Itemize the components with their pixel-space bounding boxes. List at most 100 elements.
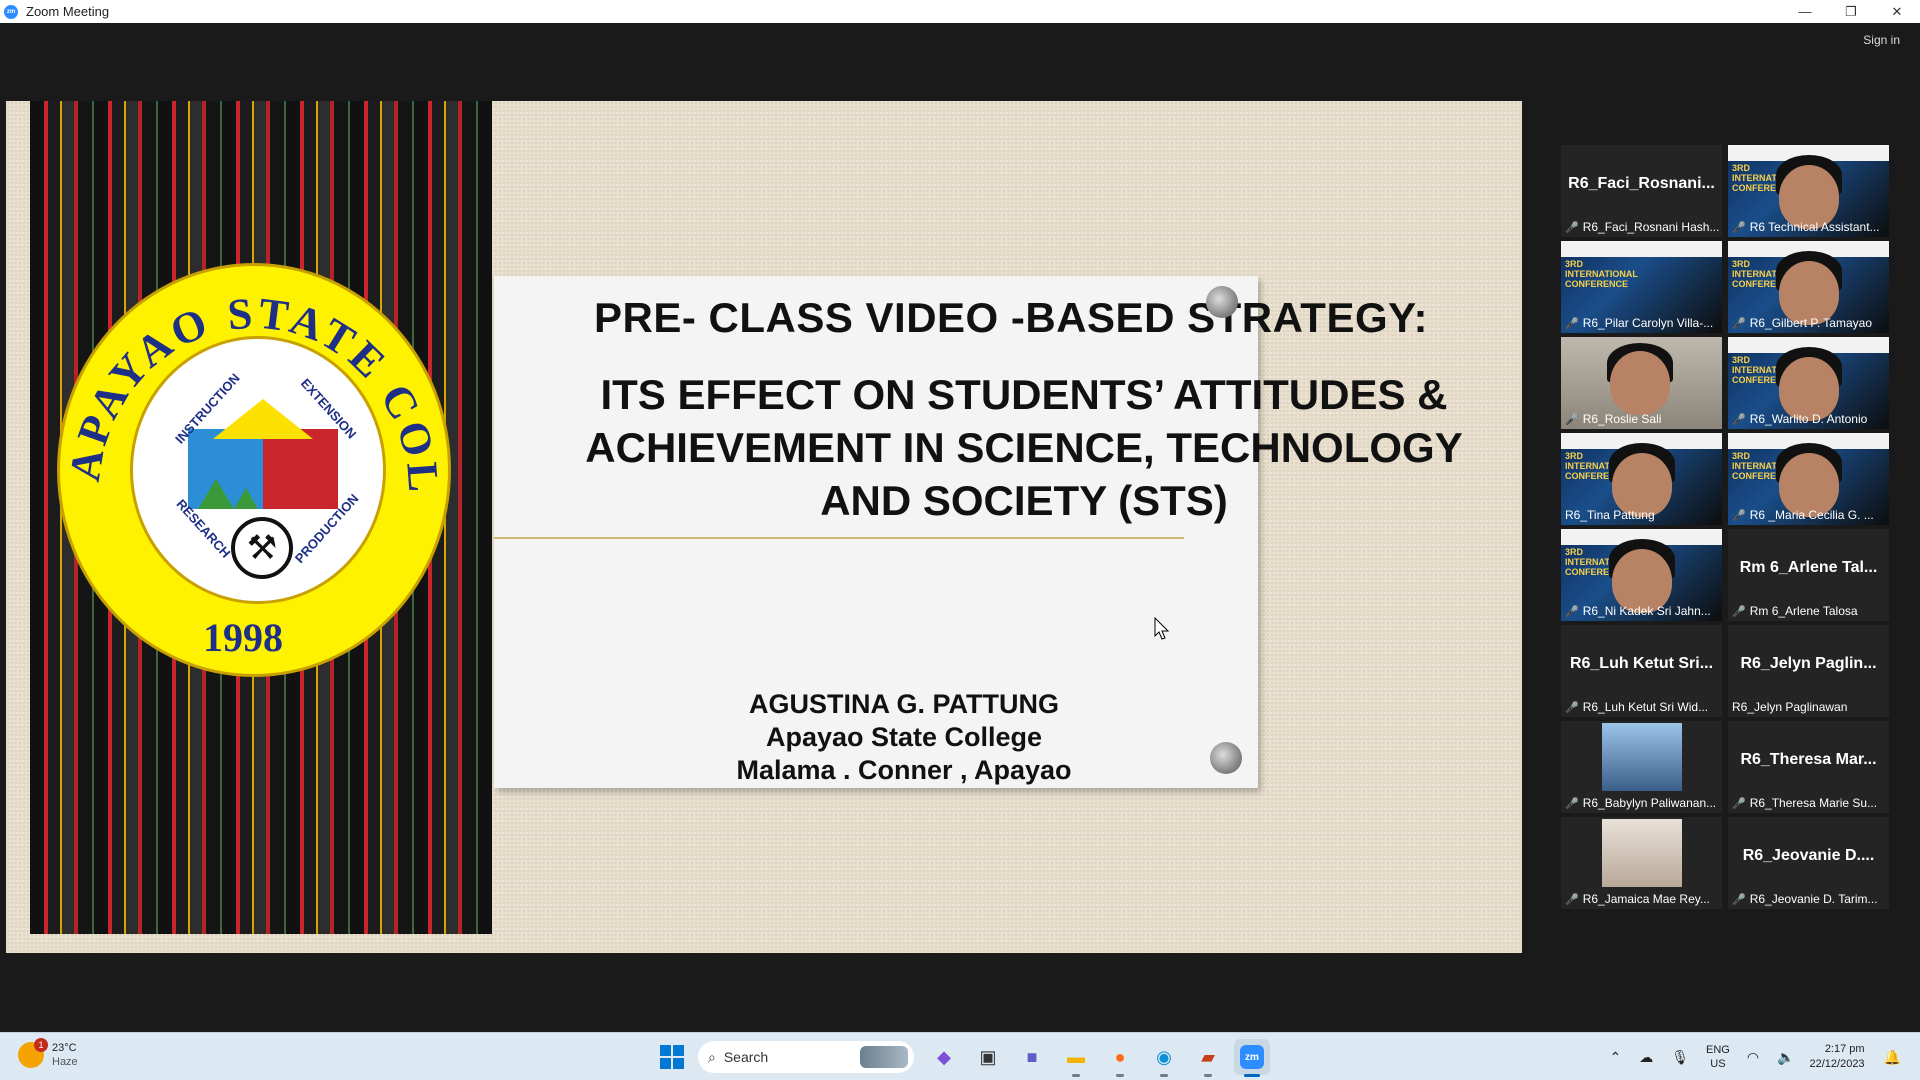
author-name: AGUSTINA G. PATTUNG [749,689,1059,719]
participant-tile[interactable]: 🎤 R6_Roslie Sali [1561,337,1722,429]
participant-name: R6_Ni Kadek Sri Jahn... [1582,604,1711,618]
system-tray: ⌃ ☁ 🎙 ENG US ◠ 🔈 2:17 pm 22/12/2023 🔔 [1600,1039,1910,1075]
weather-condition: Haze [52,1056,78,1068]
participant-tile[interactable]: 🎤 R6_Babylyn Paliwanan... [1561,721,1722,813]
search-box[interactable]: ⌕ Search [698,1041,914,1073]
participant-name-label: 🎤 R6_Jeovanie D. Tarim... [1732,892,1886,906]
participant-name: R6_Tina Pattung [1565,508,1655,522]
participant-display-name: R6_Jeovanie D.... [1742,847,1875,864]
mic-muted-icon: 🎤 [1565,701,1579,714]
profile-photo [1602,723,1682,791]
participant-name: R6_Luh Ketut Sri Wid... [1582,700,1709,714]
participant-tile[interactable]: 3RD INTERNATIONAL CONFERENCE 🎤 R6_Gilbert … [1728,241,1889,333]
mic-muted-icon: 🎤 [1565,413,1579,426]
participant-name-label: 🎤 R6_Roslie Sali [1565,412,1719,426]
slide-title: PRE- CLASS VIDEO -BASED STRATEGY: [594,294,1429,341]
subtitle-line-2: ACHIEVEMENT IN SCIENCE, TECHNOLOGY [585,424,1463,471]
slide-author: AGUSTINA G. PATTUNG Apayao State College… [674,688,1134,787]
window-title: Zoom Meeting [26,4,110,19]
participant-face [1610,351,1670,415]
mic-muted-icon: 🎤 [1565,605,1579,618]
hammer-pick-icon: ⚒ [231,517,293,579]
participant-display-name: Rm 6_Arlene Tal... [1739,559,1878,576]
participant-tile[interactable]: R6_Theresa Mar... 🎤 R6_Theresa Marie Su... [1728,721,1889,813]
zoom-app-glyph: zm [1240,1045,1264,1069]
mic-muted-icon: 🎤 [1565,221,1579,234]
task-view-icon[interactable]: ▣ [970,1039,1006,1075]
taskbar: 1 23°C Haze ⌕ Search ◆ ▣ ■ ▬ ● ◉ ▰ zm ⌃ … [0,1032,1920,1080]
participant-name: Rm 6_Arlene Talosa [1749,604,1858,618]
meeting-area: Sign in APAYAO STATE COLLEGE INSTRUCTION… [0,23,1920,1032]
clock[interactable]: 2:17 pm 22/12/2023 [1810,1042,1865,1072]
participant-name: R6_Gilbert P. Tamayao [1749,316,1872,330]
participant-name: R6_Faci_Rosnani Hash... [1582,220,1719,234]
shield-emblem [188,399,338,529]
onedrive-offline-icon[interactable]: ☁ [1639,1049,1653,1066]
zoom-app-icon[interactable]: zm [1234,1039,1270,1077]
author-institution: Apayao State College [765,722,1043,752]
search-placeholder: Search [723,1049,769,1065]
file-explorer-icon[interactable]: ▬ [1058,1039,1094,1077]
participant-display-name: R6_Theresa Mar... [1740,751,1877,768]
copilot-icon[interactable]: ◆ [926,1039,962,1075]
minimize-button[interactable]: — [1782,0,1828,23]
teams-chat-icon[interactable]: ■ [1014,1039,1050,1075]
participant-name-label: 🎤 R6_Pilar Carolyn Villa-... [1565,316,1719,330]
participant-tile[interactable]: 3RD INTERNATIONAL CONFERENCE 🎤 R6_Ni Kadek… [1561,529,1722,621]
profile-photo [1602,819,1682,887]
powerpoint-icon[interactable]: ▰ [1190,1039,1226,1077]
title-bar: zm Zoom Meeting — ❐ ✕ [0,0,1920,23]
participant-tile[interactable]: 3RD INTERNATIONAL CONFERENCE 🎤 R6 Technica… [1728,145,1889,237]
volume-icon[interactable]: 🔈 [1777,1049,1794,1066]
microphone-icon[interactable]: 🎙 [1671,1049,1689,1066]
chevron-up-icon[interactable]: ⌃ [1609,1049,1621,1066]
start-button[interactable] [660,1045,684,1069]
author-location: Malama . Conner , Apayao [736,755,1072,785]
subtitle-line-3: AND SOCIETY (STS) [820,477,1228,524]
edge-icon[interactable]: ◉ [1146,1039,1182,1077]
participant-tile[interactable]: R6_Faci_Rosnani... 🎤 R6_Faci_Rosnani Hash.… [1561,145,1722,237]
weather-icon: 1 [18,1038,48,1068]
conference-banner [1561,241,1722,257]
participant-tile[interactable]: 3RD INTERNATIONAL CONFERENCE 🎤 R6_Warlito … [1728,337,1889,429]
search-highlight-image [860,1046,908,1068]
mic-muted-icon: 🎤 [1732,221,1746,234]
participant-name: R6_Pilar Carolyn Villa-... [1582,316,1714,330]
wifi-icon[interactable]: ◠ [1747,1049,1759,1066]
participant-name-label: R6_Jelyn Paglinawan [1732,700,1886,714]
notification-badge: 1 [34,1038,48,1052]
participant-name-label: 🎤 R6_Luh Ketut Sri Wid... [1565,700,1719,714]
mic-muted-icon: 🎤 [1732,317,1746,330]
shared-screen[interactable]: APAYAO STATE COLLEGE INSTRUCTION EXTENSI… [6,101,1522,953]
participant-tile[interactable]: 3RD INTERNATIONAL CONFERENCE R6_Tina Patt… [1561,433,1722,525]
participant-tile[interactable]: Rm 6_Arlene Tal... 🎤 Rm 6_Arlene Talosa [1728,529,1889,621]
sign-in-link[interactable]: Sign in [1863,33,1900,47]
mic-muted-icon: 🎤 [1565,797,1579,810]
participant-name: R6_Babylyn Paliwanan... [1582,796,1717,810]
participant-name-label: 🎤 R6 _Maria Cecilia G. ... [1732,508,1886,522]
conference-text: 3RD INTERNATIONAL CONFERENCE [1565,259,1638,289]
participant-tile[interactable]: R6_Luh Ketut Sri... 🎤 R6_Luh Ketut Sri Wid… [1561,625,1722,717]
language-indicator[interactable]: ENG US [1706,1043,1730,1071]
zoom-logo-icon: zm [4,4,18,19]
notification-bell-icon[interactable]: 🔔 [1884,1049,1901,1066]
participant-tile[interactable]: R6_Jeovanie D.... 🎤 R6_Jeovanie D. Tarim..… [1728,817,1889,909]
participant-display-name: R6_Jelyn Paglin... [1740,655,1877,672]
close-button[interactable]: ✕ [1874,0,1920,23]
participant-name: R6_Theresa Marie Su... [1749,796,1878,810]
participant-name: R6 Technical Assistant... [1749,220,1880,234]
seal-year: 1998 [203,615,283,660]
mic-muted-icon: 🎤 [1732,509,1746,522]
weather-widget[interactable]: 1 23°C Haze [18,1038,78,1069]
clock-time: 2:17 pm [1824,1043,1865,1055]
participant-tile[interactable]: 3RD INTERNATIONAL CONFERENCE 🎤 R6 _Maria C… [1728,433,1889,525]
participant-tile[interactable]: R6_Jelyn Paglin... R6_Jelyn Paglinawan [1728,625,1889,717]
mic-muted-icon: 🎤 [1732,893,1746,906]
participant-name: R6_Jamaica Mae Rey... [1582,892,1710,906]
restore-button[interactable]: ❐ [1828,0,1874,23]
college-seal: APAYAO STATE COLLEGE INSTRUCTION EXTENSI… [57,263,451,677]
participant-tile[interactable]: 3RD INTERNATIONAL CONFERENCE 🎤 R6_Pilar Ca… [1561,241,1722,333]
firefox-icon[interactable]: ● [1102,1039,1138,1077]
search-icon: ⌕ [708,1048,716,1065]
participant-tile[interactable]: 🎤 R6_Jamaica Mae Rey... [1561,817,1722,909]
